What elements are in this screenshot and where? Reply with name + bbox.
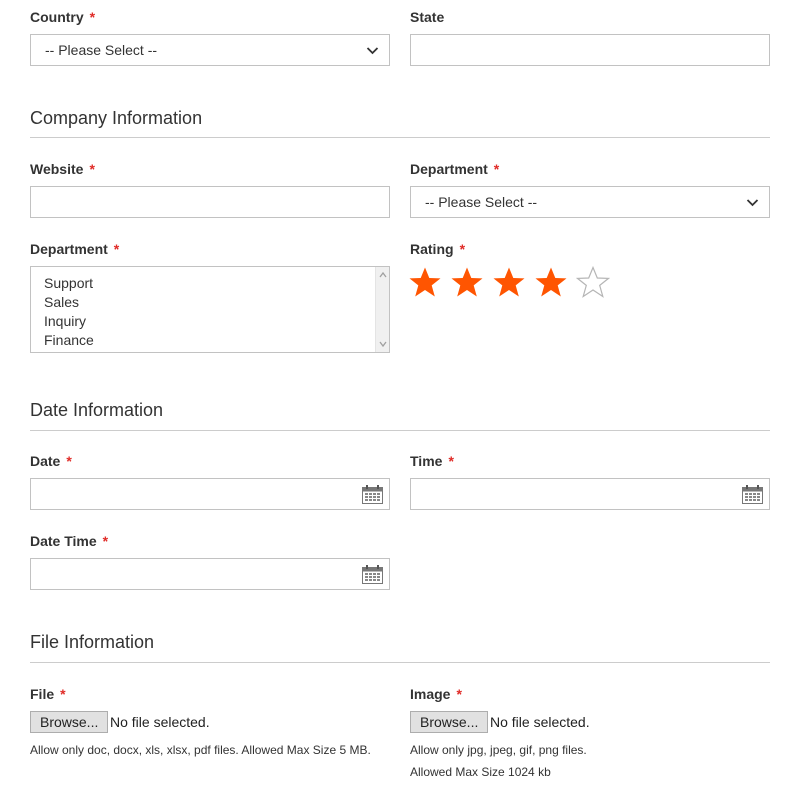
- required-mark: *: [89, 161, 95, 177]
- department-select-label: Department *: [410, 161, 500, 177]
- section-divider: [30, 137, 770, 138]
- datetime-input[interactable]: [30, 558, 390, 590]
- listbox-option-inquiry[interactable]: Inquiry: [31, 312, 389, 331]
- calendar-icon[interactable]: [742, 485, 763, 504]
- file-help-text: Allow only doc, docx, xls, xlsx, pdf fil…: [30, 743, 371, 757]
- star-filled-icon[interactable]: [534, 266, 568, 300]
- image-browse-button[interactable]: Browse...: [410, 711, 489, 733]
- department-list-label: Department *: [30, 241, 120, 257]
- country-select[interactable]: -- Please Select --: [30, 34, 390, 66]
- required-mark: *: [113, 241, 120, 257]
- file-status-text: No file selected.: [110, 714, 210, 730]
- required-mark: *: [448, 453, 454, 469]
- calendar-icon[interactable]: [362, 565, 383, 584]
- required-mark: *: [60, 686, 66, 702]
- section-divider: [30, 662, 770, 663]
- country-select-value: -- Please Select --: [45, 42, 158, 58]
- country-label: Country *: [30, 9, 96, 25]
- department-select[interactable]: -- Please Select --: [410, 186, 770, 218]
- required-mark: *: [493, 161, 500, 177]
- star-filled-icon[interactable]: [408, 266, 442, 300]
- star-filled-icon[interactable]: [492, 266, 526, 300]
- image-help-text-size: Allowed Max Size 1024 kb: [410, 765, 551, 779]
- required-mark: *: [66, 453, 72, 469]
- scroll-down-icon[interactable]: [379, 340, 387, 348]
- required-mark: *: [89, 9, 96, 25]
- time-input[interactable]: [410, 478, 770, 510]
- chevron-down-icon: [746, 199, 759, 207]
- section-title-date: Date Information: [30, 400, 164, 420]
- listbox-option-finance[interactable]: Finance: [31, 331, 389, 350]
- website-input[interactable]: [30, 186, 390, 218]
- time-label: Time *: [410, 453, 454, 469]
- state-input[interactable]: [410, 34, 770, 66]
- required-mark: *: [459, 241, 466, 257]
- state-label: State: [410, 9, 445, 25]
- date-input[interactable]: [30, 478, 390, 510]
- star-empty-icon[interactable]: [576, 266, 610, 300]
- image-status-text: No file selected.: [490, 714, 590, 730]
- date-label: Date *: [30, 453, 72, 469]
- website-label: Website *: [30, 161, 95, 177]
- file-label: File *: [30, 686, 66, 702]
- rating-label: Rating *: [410, 241, 466, 257]
- datetime-label: Date Time *: [30, 533, 109, 549]
- listbox-option-sales[interactable]: Sales: [31, 293, 389, 312]
- image-label: Image *: [410, 686, 462, 702]
- section-title-company: Company Information: [30, 108, 203, 128]
- department-select-value: -- Please Select --: [425, 194, 538, 210]
- scroll-up-icon[interactable]: [379, 271, 387, 279]
- required-mark: *: [102, 533, 109, 549]
- file-browse-button[interactable]: Browse...: [30, 711, 109, 733]
- section-divider: [30, 430, 770, 431]
- section-title-file: File Information: [30, 632, 155, 652]
- listbox-scrollbar[interactable]: [375, 267, 389, 352]
- department-listbox[interactable]: Support Sales Inquiry Finance: [30, 266, 390, 353]
- required-mark: *: [456, 686, 462, 702]
- star-filled-icon[interactable]: [450, 266, 484, 300]
- listbox-option-support[interactable]: Support: [31, 274, 389, 293]
- image-help-text-types: Allow only jpg, jpeg, gif, png files.: [410, 743, 587, 757]
- calendar-icon[interactable]: [362, 485, 383, 504]
- chevron-down-icon: [366, 47, 379, 55]
